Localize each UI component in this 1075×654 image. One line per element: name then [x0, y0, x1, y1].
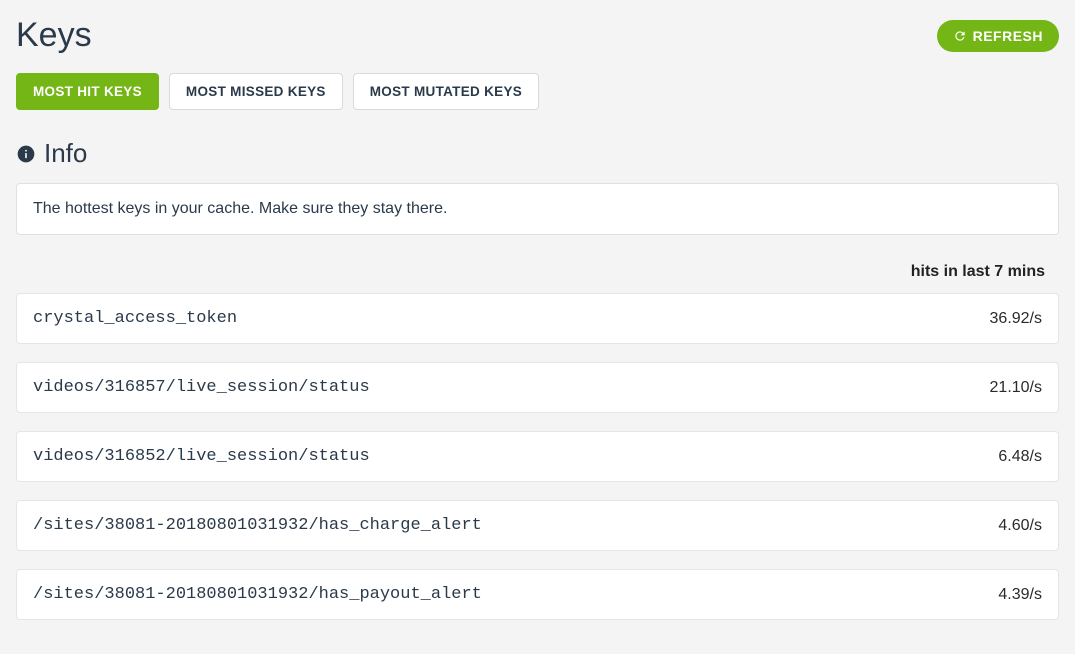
- tab-most-hit-keys[interactable]: MOST HIT KEYS: [16, 73, 159, 110]
- key-rate: 4.39/s: [998, 586, 1042, 604]
- tab-label: MOST MUTATED KEYS: [370, 84, 522, 99]
- key-rate: 21.10/s: [990, 379, 1042, 397]
- table-row: videos/316857/live_session/status 21.10/…: [16, 362, 1059, 413]
- tab-label: MOST HIT KEYS: [33, 84, 142, 99]
- info-body-text: The hottest keys in your cache. Make sur…: [33, 200, 447, 217]
- info-box: The hottest keys in your cache. Make sur…: [16, 183, 1059, 235]
- refresh-label: REFRESH: [973, 28, 1043, 44]
- key-name: /sites/38081-20180801031932/has_charge_a…: [33, 516, 482, 535]
- tabs-row: MOST HIT KEYS MOST MISSED KEYS MOST MUTA…: [16, 73, 1059, 110]
- refresh-icon: [953, 29, 967, 43]
- tab-most-missed-keys[interactable]: MOST MISSED KEYS: [169, 73, 343, 110]
- key-name: crystal_access_token: [33, 309, 237, 328]
- key-name: videos/316852/live_session/status: [33, 447, 370, 466]
- page-title: Keys: [16, 16, 92, 55]
- key-name: videos/316857/live_session/status: [33, 378, 370, 397]
- key-rate: 4.60/s: [998, 517, 1042, 535]
- key-rate: 36.92/s: [990, 310, 1042, 328]
- table-row: /sites/38081-20180801031932/has_payout_a…: [16, 569, 1059, 620]
- list-header: hits in last 7 mins: [16, 257, 1059, 293]
- refresh-button[interactable]: REFRESH: [937, 20, 1059, 52]
- header-row: Keys REFRESH: [16, 16, 1059, 55]
- table-row: /sites/38081-20180801031932/has_charge_a…: [16, 500, 1059, 551]
- key-rate: 6.48/s: [998, 448, 1042, 466]
- info-icon: [16, 144, 36, 164]
- tab-most-mutated-keys[interactable]: MOST MUTATED KEYS: [353, 73, 539, 110]
- info-heading: Info: [16, 138, 1059, 169]
- tab-label: MOST MISSED KEYS: [186, 84, 326, 99]
- info-heading-label: Info: [44, 138, 87, 169]
- table-row: videos/316852/live_session/status 6.48/s: [16, 431, 1059, 482]
- table-row: crystal_access_token 36.92/s: [16, 293, 1059, 344]
- key-name: /sites/38081-20180801031932/has_payout_a…: [33, 585, 482, 604]
